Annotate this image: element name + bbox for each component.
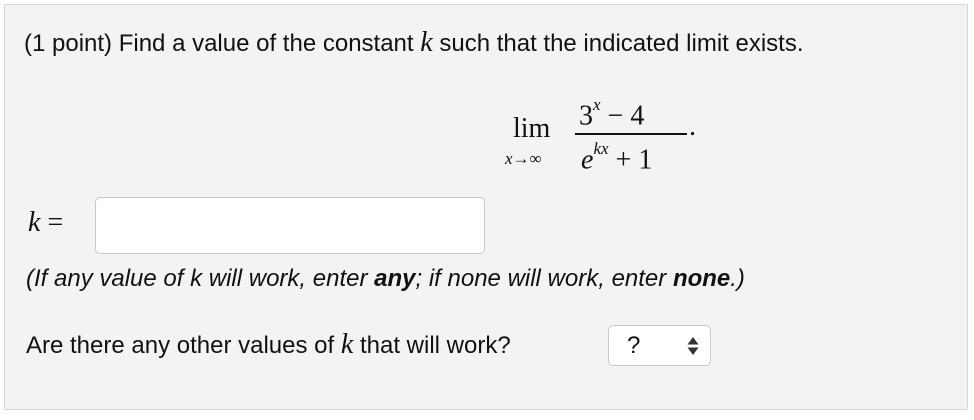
select-current-value: ? [627,332,641,359]
hint-part1: (If any value of k will work, enter [26,265,375,292]
lim-subscript: x→∞ [505,149,542,169]
numerator-exponent: x [593,95,601,114]
k-answer-input[interactable] [95,197,485,254]
fraction-numerator: 3x − 4 [579,93,644,132]
problem-prompt: (1 point) Find a value of the constant k… [24,27,804,60]
hint-part2: ; if none will work, enter [415,265,673,292]
denominator-rest: + 1 [608,144,653,176]
question2-text-before: Are there any other values of [26,332,341,359]
numerator-rest: − 4 [600,100,645,132]
numerator-base: 3 [579,100,593,132]
denominator-exponent: kx [593,139,609,158]
prompt-text-after: such that the indicated limit exists. [432,30,804,57]
hint-any-word: any [374,265,416,292]
hint-none-word: none [672,265,731,292]
prompt-var-k: k [420,27,433,58]
denominator-base: e [581,144,594,176]
prompt-text-before: (1 point) Find a value of the constant [24,30,421,57]
lim-sub-arrow: →∞ [512,149,542,168]
fraction-bar [575,133,687,135]
select-updown-arrows-icon [687,337,699,355]
expression-period: . [689,111,696,142]
answer-label: k = [28,207,63,239]
hint-part3: .) [730,265,745,292]
other-values-question: Are there any other values of k that wil… [26,329,511,362]
limit-expression: lim x→∞ 3x − 4 ekx + 1 . [501,89,711,181]
fraction-denominator: ekx + 1 [581,137,652,176]
answer-label-equals: = [40,207,64,238]
question2-text-after: that will work? [353,332,511,359]
other-values-select[interactable]: ? [608,325,711,366]
lim-operator: lim [513,113,551,144]
answer-hint: (If any value of k will work, enter any;… [26,263,745,295]
question2-var-k: k [340,329,354,360]
answer-label-var: k [28,207,41,238]
lim-sub-var: x [505,149,513,168]
problem-panel: (1 point) Find a value of the constant k… [4,4,968,410]
